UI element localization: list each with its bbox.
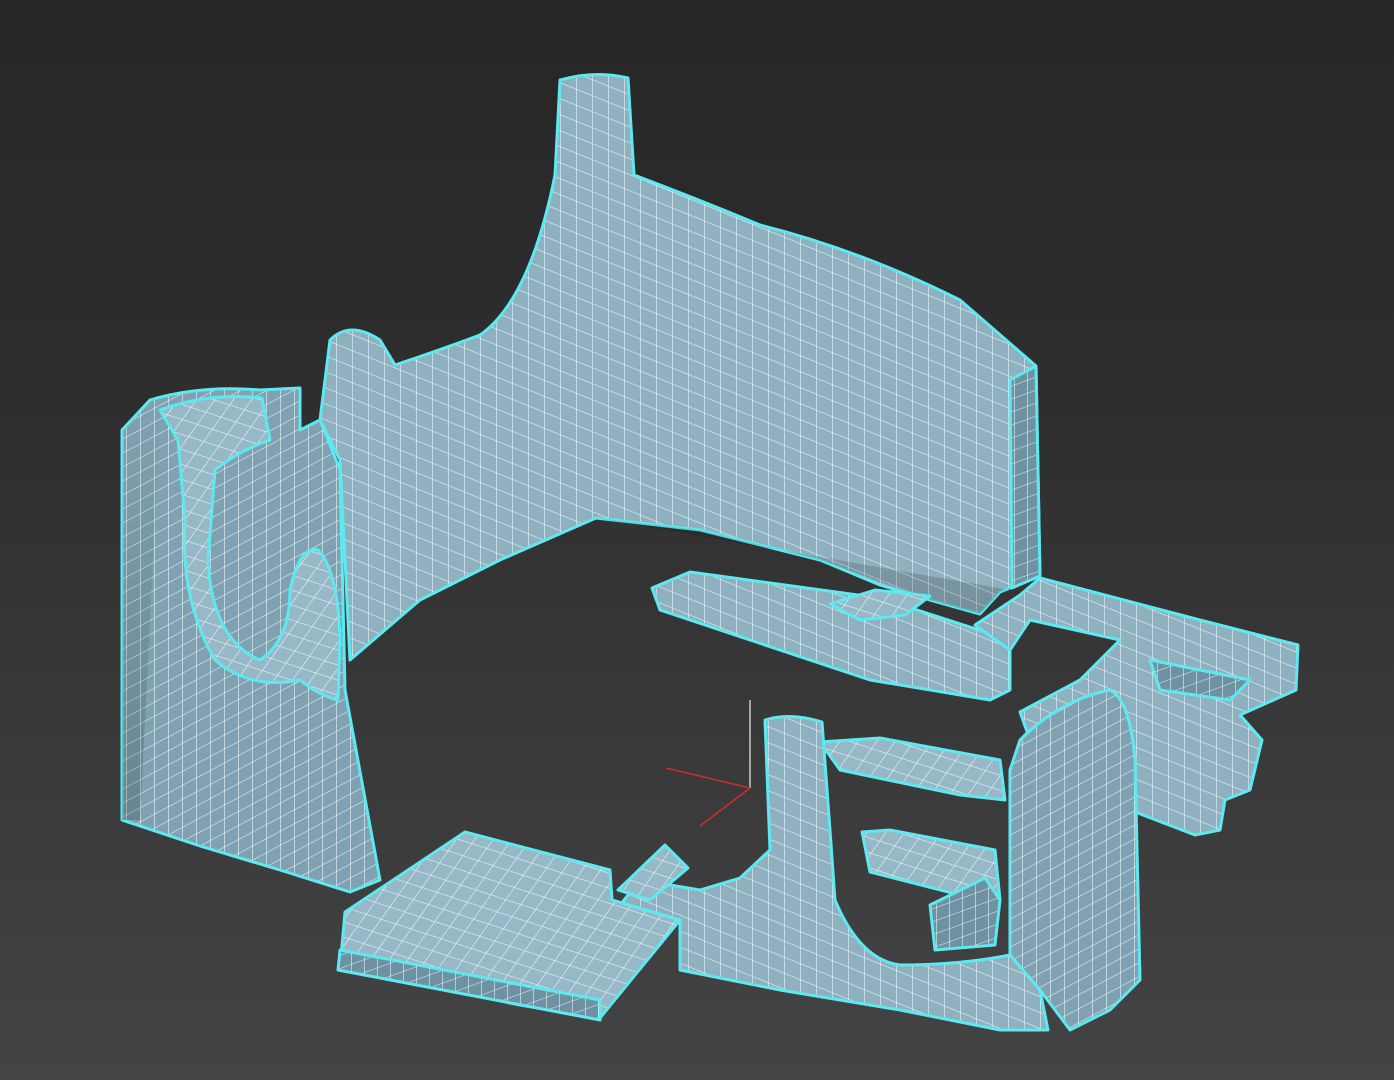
axis-gizmo <box>665 700 751 827</box>
front-slab-mesh[interactable] <box>336 830 682 1022</box>
back-wall-mesh[interactable] <box>318 72 1042 662</box>
y-axis-line <box>699 787 751 827</box>
3d-viewport[interactable] <box>0 0 1394 1080</box>
viewport-canvas[interactable] <box>0 0 1394 1080</box>
x-axis-line <box>665 767 751 789</box>
